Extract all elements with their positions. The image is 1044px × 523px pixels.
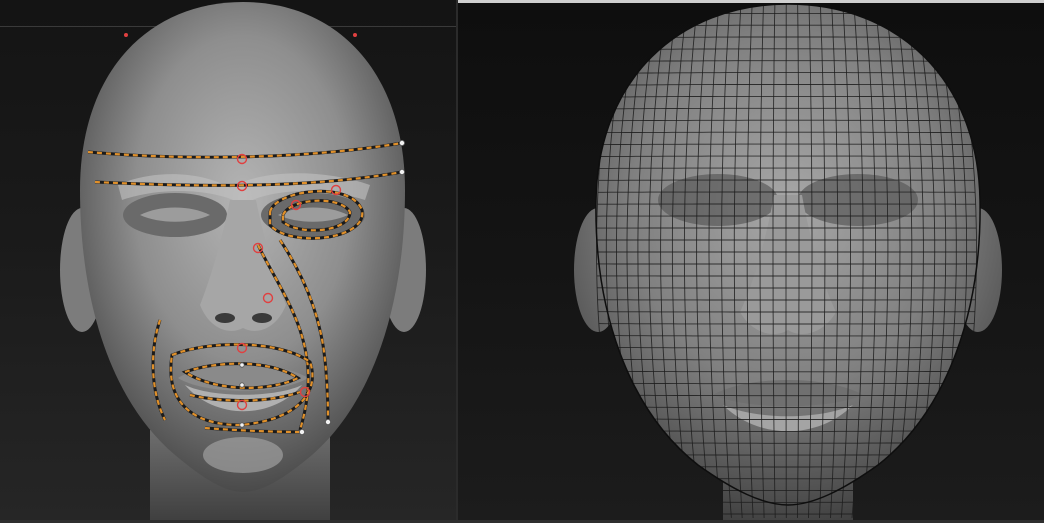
head-wireframe-icon [574,3,1002,523]
chin [203,437,283,473]
viewport-top-bar [458,0,1044,3]
left-nostril [215,313,235,323]
retopology-viewport-right[interactable] [458,0,1044,523]
sculpt-viewport-left[interactable] [0,0,458,523]
right-nostril [252,313,272,323]
sculpt-head-icon [60,2,426,523]
